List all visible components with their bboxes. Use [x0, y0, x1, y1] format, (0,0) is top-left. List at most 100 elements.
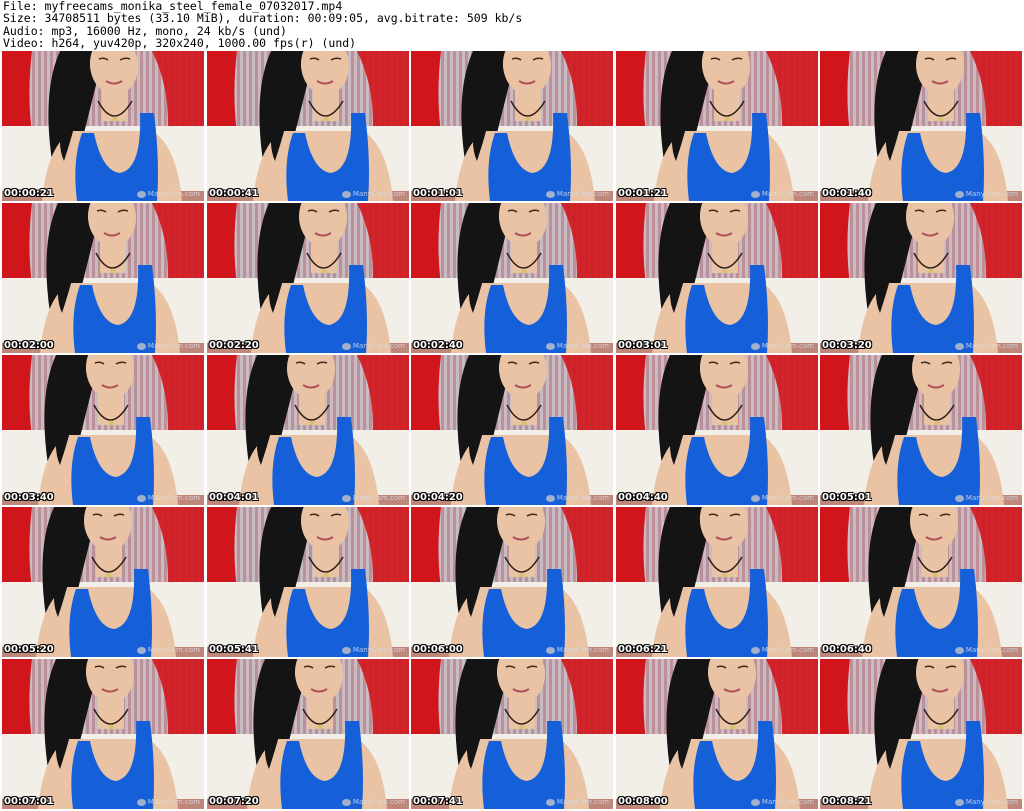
thumbnail-image: [411, 355, 613, 505]
manycam-watermark: ManyCam.com: [136, 494, 200, 502]
video-thumbnail: ManyCam.com 00:07:01: [2, 659, 204, 809]
watermark-text: ManyCam.com: [352, 342, 405, 350]
watermark-text: ManyCam.com: [556, 342, 609, 350]
thumbnail-image: [616, 51, 818, 201]
watermark-text: ManyCam.com: [965, 494, 1018, 502]
thumbnail-image: [207, 203, 409, 353]
manycam-logo-icon: [750, 798, 760, 806]
thumbnail-timestamp: 00:06:21: [618, 644, 668, 655]
thumbnail-image: [411, 507, 613, 657]
manycam-logo-icon: [341, 646, 351, 654]
thumbnail-timestamp: 00:05:01: [822, 492, 872, 503]
file-info-header: File: myfreecams_monika_steel_female_070…: [3, 0, 1021, 50]
manycam-watermark: ManyCam.com: [954, 190, 1018, 198]
thumbnail-timestamp: 00:04:40: [618, 492, 668, 503]
watermark-text: ManyCam.com: [761, 798, 814, 806]
thumbnail-image: [616, 507, 818, 657]
thumbnail-image: [2, 507, 204, 657]
thumbnail-image: [2, 659, 204, 809]
thumbnail-image: [616, 203, 818, 353]
thumbnail-timestamp: 00:00:41: [209, 188, 259, 199]
thumbnail-timestamp: 00:07:20: [209, 796, 259, 807]
thumbnail-timestamp: 00:01:40: [822, 188, 872, 199]
video-thumbnail: ManyCam.com 00:01:21: [616, 51, 818, 201]
manycam-logo-icon: [954, 646, 964, 654]
manycam-watermark: ManyCam.com: [545, 494, 609, 502]
thumbnail-timestamp: 00:07:41: [413, 796, 463, 807]
manycam-logo-icon: [750, 190, 760, 198]
manycam-logo-icon: [545, 646, 555, 654]
thumbnail-timestamp: 00:06:40: [822, 644, 872, 655]
thumbnail-image: [411, 203, 613, 353]
video-thumbnail: ManyCam.com 00:07:20: [207, 659, 409, 809]
video-thumbnail: ManyCam.com 00:05:41: [207, 507, 409, 657]
manycam-watermark: ManyCam.com: [954, 646, 1018, 654]
manycam-watermark: ManyCam.com: [341, 190, 405, 198]
manycam-logo-icon: [954, 494, 964, 502]
manycam-logo-icon: [136, 342, 146, 350]
video-info-line: Video: h264, yuv420p, 320x240, 1000.00 f…: [3, 35, 357, 50]
manycam-watermark: ManyCam.com: [341, 798, 405, 806]
manycam-logo-icon: [136, 494, 146, 502]
video-thumbnail: ManyCam.com 00:02:40: [411, 203, 613, 353]
thumbnail-timestamp: 00:02:40: [413, 340, 463, 351]
thumbnail-timestamp: 00:05:41: [209, 644, 259, 655]
manycam-watermark: ManyCam.com: [954, 342, 1018, 350]
video-thumbnail: ManyCam.com 00:04:40: [616, 355, 818, 505]
manycam-watermark: ManyCam.com: [545, 190, 609, 198]
watermark-text: ManyCam.com: [352, 190, 405, 198]
video-thumbnail: ManyCam.com 00:05:20: [2, 507, 204, 657]
thumbnail-timestamp: 00:07:01: [4, 796, 54, 807]
thumbnail-image: [207, 659, 409, 809]
watermark-text: ManyCam.com: [761, 342, 814, 350]
thumbnail-image: [207, 51, 409, 201]
thumbnail-timestamp: 00:08:00: [618, 796, 668, 807]
watermark-text: ManyCam.com: [147, 494, 200, 502]
watermark-text: ManyCam.com: [352, 646, 405, 654]
thumbnail-image: [820, 51, 1022, 201]
manycam-logo-icon: [341, 190, 351, 198]
manycam-watermark: ManyCam.com: [954, 798, 1018, 806]
thumbnail-image: [207, 355, 409, 505]
video-thumbnail: ManyCam.com 00:06:21: [616, 507, 818, 657]
thumbnail-image: [2, 355, 204, 505]
video-thumbnail: ManyCam.com 00:03:20: [820, 203, 1022, 353]
manycam-logo-icon: [750, 494, 760, 502]
watermark-text: ManyCam.com: [965, 190, 1018, 198]
manycam-watermark: ManyCam.com: [954, 494, 1018, 502]
video-thumbnail: ManyCam.com 00:08:21: [820, 659, 1022, 809]
thumbnail-timestamp: 00:04:01: [209, 492, 259, 503]
thumbnail-image: [2, 203, 204, 353]
thumbnail-image: [411, 659, 613, 809]
manycam-watermark: ManyCam.com: [341, 494, 405, 502]
thumbnail-timestamp: 00:00:21: [4, 188, 54, 199]
manycam-logo-icon: [545, 342, 555, 350]
thumbnail-grid: ManyCam.com 00:00:21 ManyCam.com 00:00:41 Ma…: [0, 51, 1024, 811]
manycam-logo-icon: [341, 494, 351, 502]
thumbnail-timestamp: 00:03:01: [618, 340, 668, 351]
manycam-watermark: ManyCam.com: [750, 190, 814, 198]
manycam-logo-icon: [545, 798, 555, 806]
manycam-watermark: ManyCam.com: [341, 342, 405, 350]
watermark-text: ManyCam.com: [352, 798, 405, 806]
manycam-logo-icon: [954, 342, 964, 350]
watermark-text: ManyCam.com: [352, 494, 405, 502]
manycam-watermark: ManyCam.com: [545, 342, 609, 350]
thumbnail-timestamp: 00:03:40: [4, 492, 54, 503]
video-thumbnail: ManyCam.com 00:04:01: [207, 355, 409, 505]
manycam-watermark: ManyCam.com: [136, 190, 200, 198]
video-thumbnail: ManyCam.com 00:08:00: [616, 659, 818, 809]
manycam-watermark: ManyCam.com: [750, 646, 814, 654]
watermark-text: ManyCam.com: [965, 342, 1018, 350]
video-thumbnail: ManyCam.com 00:06:00: [411, 507, 613, 657]
manycam-watermark: ManyCam.com: [750, 798, 814, 806]
manycam-logo-icon: [136, 190, 146, 198]
manycam-logo-icon: [341, 342, 351, 350]
video-thumbnail: ManyCam.com 00:05:01: [820, 355, 1022, 505]
thumbnail-image: [820, 507, 1022, 657]
thumbnail-timestamp: 00:01:21: [618, 188, 668, 199]
thumbnail-timestamp: 00:06:00: [413, 644, 463, 655]
video-thumbnail: ManyCam.com 00:01:01: [411, 51, 613, 201]
manycam-watermark: ManyCam.com: [136, 798, 200, 806]
watermark-text: ManyCam.com: [556, 494, 609, 502]
